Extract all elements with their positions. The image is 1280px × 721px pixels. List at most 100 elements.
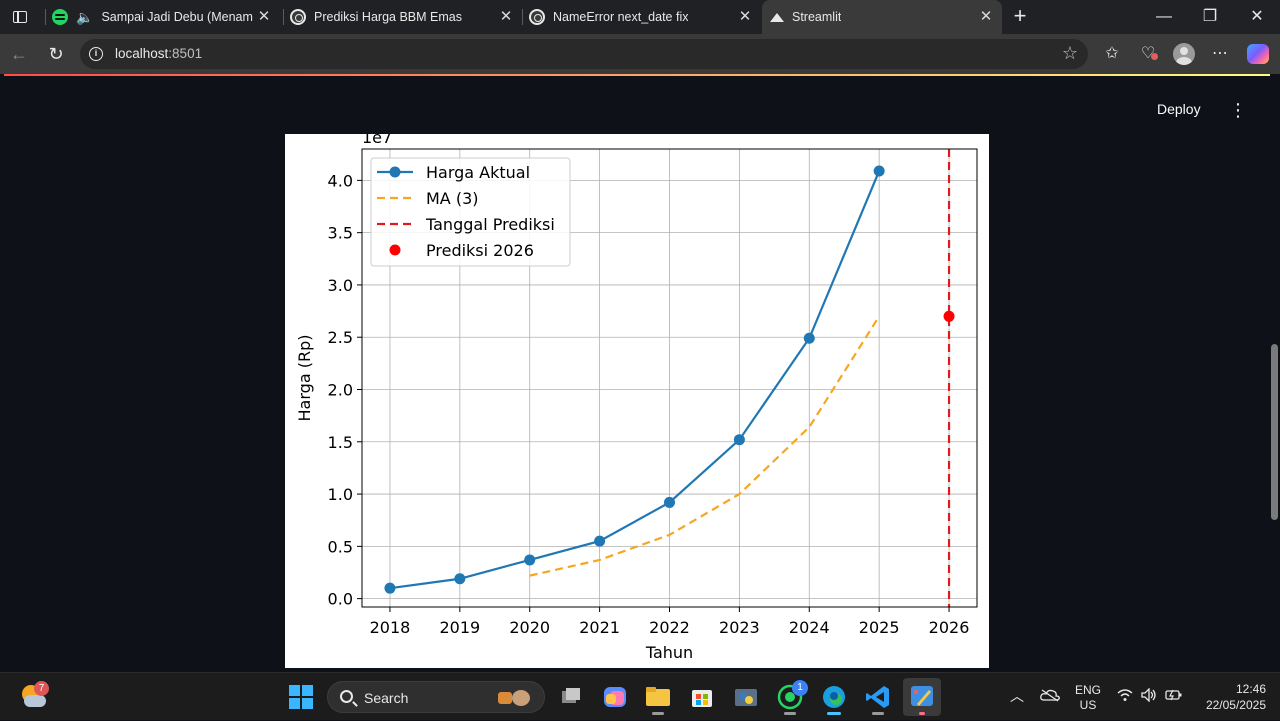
search-label: Search	[364, 690, 409, 706]
tab-nameerror[interactable]: NameError next_date fix ✕	[523, 0, 761, 34]
edge-icon[interactable]	[819, 682, 849, 715]
volume-icon[interactable]	[1141, 687, 1157, 705]
scrollbar-thumb[interactable]	[1271, 344, 1278, 520]
system-clock[interactable]: 12:46 22/05/2025	[1190, 681, 1266, 713]
y-axis-label: Harga (Rp)	[295, 335, 314, 422]
tab-prediksi-harga[interactable]: Prediksi Harga BBM Emas ✕	[284, 0, 522, 34]
x-tick-label: 2021	[579, 618, 620, 637]
taskbar-search[interactable]: Search	[327, 681, 545, 713]
new-tab-button[interactable]: +	[1008, 5, 1032, 29]
chart-figure: 2018 2019 2020 2021 2022 2023 2024 2025 2026 0.0 0…	[285, 134, 989, 668]
onedrive-icon[interactable]	[1040, 688, 1060, 702]
x-axis-label: Tahun	[645, 643, 693, 662]
file-explorer-icon[interactable]	[643, 682, 673, 715]
spotify-icon	[52, 9, 68, 25]
close-tab-icon[interactable]: ✕	[256, 9, 272, 25]
legend-label: Tanggal Prediksi	[425, 215, 555, 234]
weather-badge: 7	[34, 681, 49, 696]
x-tick-label: 2019	[439, 618, 480, 637]
prediksi-2026-point	[943, 310, 955, 322]
y-tick-label: 1.5	[328, 433, 353, 452]
legend-swatch-marker	[389, 244, 401, 256]
weather-widget[interactable]: 7	[20, 681, 49, 711]
legend-label: Harga Aktual	[426, 163, 530, 182]
tab-title: Streamlit	[792, 10, 842, 24]
favorite-star-icon[interactable]: ☆	[1062, 43, 1078, 64]
clock-date: 22/05/2025	[1205, 698, 1266, 712]
x-tick-label: 2024	[789, 618, 830, 637]
tab-actions-icon	[13, 11, 27, 23]
show-hidden-icons-chevron-up-icon[interactable]: ︿	[1010, 686, 1024, 706]
back-button[interactable]: ←	[6, 42, 32, 66]
favorites-icon[interactable]: ✩	[1101, 43, 1123, 65]
restore-button[interactable]: ❐	[1198, 6, 1222, 28]
close-tab-icon[interactable]: ✕	[737, 9, 753, 25]
tab-title: NameError next_date fix	[553, 10, 689, 24]
task-view-button[interactable]	[556, 682, 586, 712]
copilot-icon[interactable]	[1247, 44, 1269, 64]
y-tick-label: 3.5	[328, 224, 353, 243]
harga-aktual-point	[384, 582, 396, 594]
copilot-app-icon[interactable]	[600, 682, 630, 712]
page-scrollbar[interactable]	[1270, 76, 1280, 668]
x-tick-label: 2025	[859, 618, 900, 637]
harga-aktual-point	[803, 332, 815, 344]
running-indicator	[784, 712, 796, 715]
deploy-button[interactable]: Deploy	[1157, 101, 1201, 119]
address-bar[interactable]: i localhost:8501 ☆	[80, 39, 1088, 69]
legend-label: Prediksi 2026	[426, 241, 534, 260]
ma3-line	[529, 315, 881, 577]
close-tab-icon[interactable]: ✕	[498, 9, 514, 25]
url-text: localhost:8501	[115, 46, 202, 61]
y-offset-label: 1e7	[362, 134, 392, 147]
paint-app-icon[interactable]	[903, 678, 941, 716]
python-idle-icon[interactable]	[731, 682, 761, 712]
streamlit-icon	[770, 11, 784, 23]
running-indicator	[872, 712, 884, 715]
tab-streamlit[interactable]: Streamlit ✕	[762, 0, 1002, 34]
chatgpt-icon	[290, 9, 306, 25]
y-tick-label: 4.0	[328, 171, 353, 190]
y-tick-label: 2.0	[328, 381, 353, 400]
whatsapp-icon[interactable]: 1	[775, 680, 808, 715]
legend-swatch-marker	[389, 166, 401, 178]
battery-icon[interactable]	[1165, 688, 1183, 705]
microsoft-store-icon[interactable]	[687, 682, 717, 712]
tab-actions-button[interactable]	[6, 4, 34, 30]
x-tick-label: 2022	[649, 618, 690, 637]
harga-aktual-point	[873, 165, 885, 177]
tab-spotify[interactable]: 🔈 Sampai Jadi Debu (Menampilkan ✕	[46, 0, 280, 34]
harga-aktual-point	[733, 434, 745, 446]
speaker-icon[interactable]: 🔈	[76, 9, 93, 26]
chatgpt-icon	[529, 9, 545, 25]
more-options-icon[interactable]: ⋯	[1209, 43, 1231, 65]
wifi-icon[interactable]	[1117, 688, 1133, 705]
tab-strip: 🔈 Sampai Jadi Debu (Menampilkan ✕ Predik…	[0, 0, 1280, 34]
x-tick-label: 2026	[929, 618, 970, 637]
vscode-icon[interactable]	[863, 682, 893, 715]
x-tick-label: 2020	[509, 618, 550, 637]
navigation-bar: ← ↻ i localhost:8501 ☆ ✩ ♡ ⋯	[0, 34, 1280, 74]
site-info-icon[interactable]: i	[89, 47, 103, 61]
search-highlight-icon	[496, 688, 534, 708]
start-button[interactable]	[289, 685, 313, 709]
url-host: localhost	[115, 46, 169, 61]
close-tab-icon[interactable]: ✕	[978, 9, 994, 25]
y-tick-label: 0.5	[328, 537, 353, 556]
line-chart: 2018 2019 2020 2021 2022 2023 2024 2025 2026 0.0 0…	[295, 134, 978, 662]
harga-aktual-point	[454, 573, 466, 585]
profile-avatar[interactable]	[1173, 43, 1195, 65]
tab-title: Prediksi Harga BBM Emas	[314, 10, 462, 24]
input-language[interactable]: ENG US	[1070, 683, 1106, 713]
active-indicator	[827, 712, 841, 715]
whatsapp-badge: 1	[792, 680, 808, 696]
y-tick-label: 1.0	[328, 485, 353, 504]
minimize-button[interactable]: —	[1152, 6, 1176, 28]
lang-region: US	[1079, 698, 1097, 712]
x-tick-label: 2018	[370, 618, 411, 637]
refresh-button[interactable]: ↻	[43, 42, 69, 66]
close-window-button[interactable]: ✕	[1245, 6, 1269, 28]
url-port: :8501	[168, 46, 203, 61]
main-menu-icon[interactable]: ⋮	[1228, 99, 1248, 121]
notification-dot	[1151, 53, 1158, 60]
